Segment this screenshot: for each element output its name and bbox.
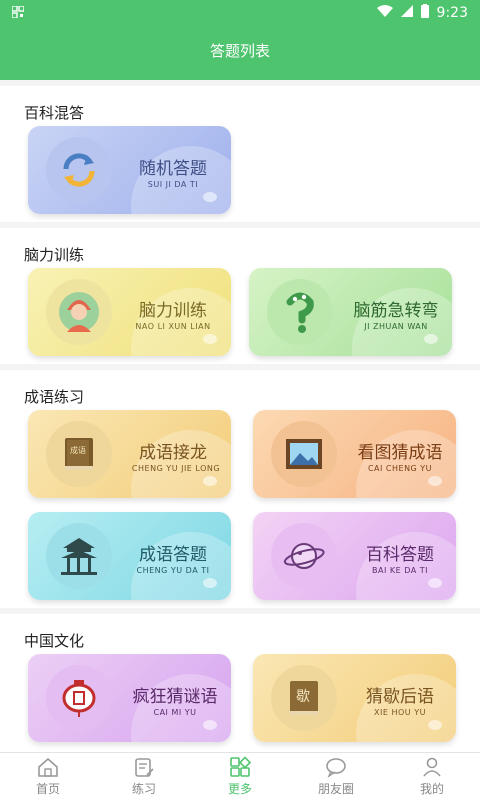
edit-icon <box>135 758 154 777</box>
section-wenhua: 中国文化 疯狂猜谜语 CAI MI YU 歇 猜歇后语 XIE HOU YU <box>0 614 480 752</box>
section-title: 脑力训练 <box>24 246 85 264</box>
battery-icon <box>420 4 429 22</box>
chat-icon <box>326 758 346 778</box>
tab-label: 练习 <box>131 782 156 796</box>
card-title: 成语答题 <box>139 545 207 565</box>
grid-icon <box>230 756 251 777</box>
bottom-tab-bar: 首页 练习 更多 朋友圈 我的 <box>0 752 480 800</box>
card-subtitle: CAI CHENG YU <box>367 464 433 473</box>
card-title: 百科答题 <box>366 545 434 565</box>
card-encyclopedia-quiz[interactable]: 百科答题 BAI KE DA TI <box>253 512 456 600</box>
home-icon <box>38 757 58 777</box>
tab-more[interactable]: 更多 <box>192 753 288 800</box>
wifi-icon <box>376 5 393 21</box>
book-icon: 歇 <box>271 665 337 731</box>
refresh-icon <box>46 137 112 203</box>
app-header: 9:23 答题列表 <box>0 0 480 80</box>
question-icon <box>267 279 333 345</box>
card-title: 看图猜成语 <box>357 443 443 463</box>
tab-label: 更多 <box>227 782 252 796</box>
book-label: 成语 <box>70 446 86 455</box>
tab-mine[interactable]: 我的 <box>384 753 480 800</box>
card-guess-idiom-picture[interactable]: 看图猜成语 CAI CHENG YU <box>253 410 456 498</box>
book-label: 歇 <box>296 689 310 705</box>
card-brain-training[interactable]: 脑力训练 NAO LI XUN LIAN <box>28 268 231 356</box>
person-icon <box>46 279 112 345</box>
card-subtitle: NAO LI XUN LIAN <box>135 322 211 331</box>
card-idiom-quiz[interactable]: 成语答题 CHENG YU DA TI <box>28 512 231 600</box>
planet-icon <box>271 523 337 589</box>
page-title: 答题列表 <box>209 42 270 60</box>
card-subtitle: BAI KE DA TI <box>372 566 428 575</box>
pavilion-icon <box>46 523 112 589</box>
tab-moments[interactable]: 朋友圈 <box>288 753 384 800</box>
card-random-quiz[interactable]: 随机答题 SUI JI DA TI <box>28 126 231 214</box>
signal-icon <box>400 5 413 21</box>
card-brain-teaser[interactable]: 脑筋急转弯 JI ZHUAN WAN <box>249 268 452 356</box>
card-title: 脑力训练 <box>139 301 207 321</box>
tab-label: 朋友圈 <box>317 782 354 796</box>
card-xiehouyu[interactable]: 歇 猜歇后语 XIE HOU YU <box>253 654 456 742</box>
card-title: 随机答题 <box>139 159 207 179</box>
card-subtitle: CAI MI YU <box>153 708 197 717</box>
status-bar: 9:23 <box>0 0 480 26</box>
tab-label: 我的 <box>419 782 444 796</box>
section-naoli: 脑力训练 脑力训练 NAO LI XUN LIAN 脑筋急转弯 JI ZHUAN… <box>0 228 480 364</box>
tab-practice[interactable]: 练习 <box>96 753 192 800</box>
card-idiom-chain[interactable]: 成语 成语接龙 CHENG YU JIE LONG <box>28 410 231 498</box>
lantern-icon <box>46 665 112 731</box>
card-subtitle: CHENG YU DA TI <box>136 566 210 575</box>
tab-label: 首页 <box>35 782 60 796</box>
section-title: 成语练习 <box>24 388 85 406</box>
card-title: 脑筋急转弯 <box>353 301 439 321</box>
card-subtitle: SUI JI DA TI <box>147 180 199 189</box>
tab-home[interactable]: 首页 <box>0 753 96 800</box>
section-baike: 百科混答 随机答题 SUI JI DA TI <box>0 86 480 222</box>
user-icon <box>423 757 441 777</box>
card-subtitle: CHENG YU JIE LONG <box>131 464 221 473</box>
card-subtitle: XIE HOU YU <box>374 708 426 717</box>
card-title: 猜歇后语 <box>366 687 434 707</box>
card-subtitle: JI ZHUAN WAN <box>364 322 428 331</box>
card-riddle[interactable]: 疯狂猜谜语 CAI MI YU <box>28 654 231 742</box>
qr-icon <box>11 4 25 21</box>
section-title: 中国文化 <box>24 632 85 650</box>
picture-icon <box>271 421 337 487</box>
section-title: 百科混答 <box>24 104 85 122</box>
status-time: 9:23 <box>436 5 468 21</box>
book-icon: 成语 <box>46 421 112 487</box>
card-title: 成语接龙 <box>139 443 207 463</box>
card-title: 疯狂猜谜语 <box>132 687 218 707</box>
section-chengyu: 成语练习 成语 成语接龙 CHENG YU JIE LONG 看图猜成语 CAI… <box>0 370 480 608</box>
